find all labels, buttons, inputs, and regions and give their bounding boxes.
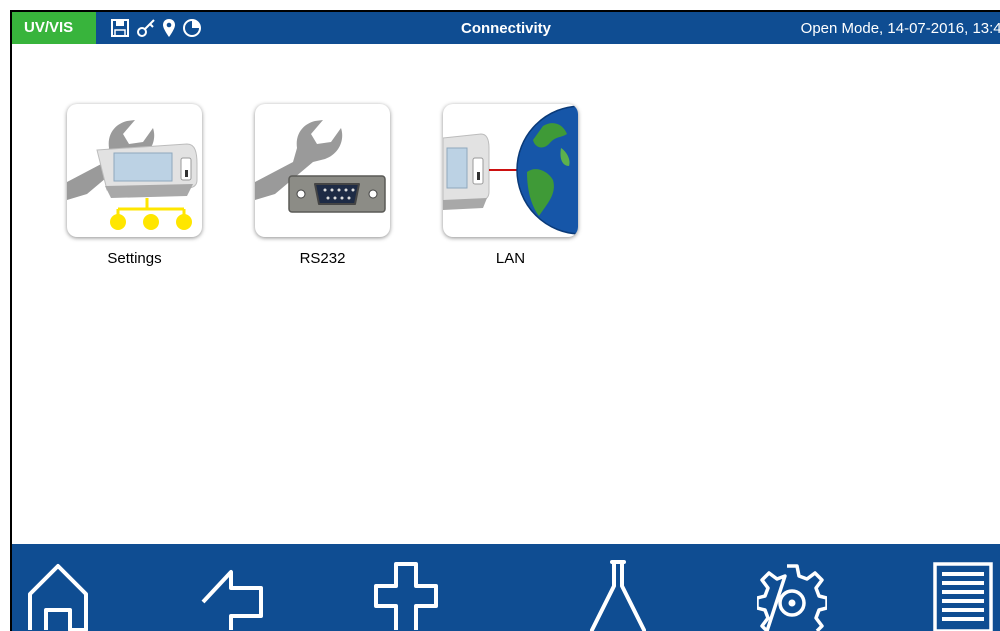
top-bar: UV/VIS II Connectivity Open Mode, 14-07-… bbox=[12, 12, 1000, 68]
connectivity-tiles: Settings RS232 LAN bbox=[67, 104, 631, 267]
wrench-serial-port-icon[interactable] bbox=[255, 104, 390, 237]
wrench-network-icon[interactable] bbox=[67, 104, 202, 237]
key-icon[interactable] bbox=[136, 18, 156, 38]
tile-rs232[interactable]: RS232 bbox=[255, 104, 390, 267]
bottom-nav-bar bbox=[12, 544, 1000, 631]
flask-icon bbox=[590, 560, 646, 631]
device-badge[interactable]: UV/VIS II bbox=[12, 12, 96, 68]
menu-list-icon bbox=[933, 562, 993, 631]
tile-label-settings: Settings bbox=[107, 250, 162, 267]
location-pin-icon[interactable] bbox=[162, 18, 176, 38]
device-globe-icon[interactable] bbox=[443, 104, 578, 237]
page-title: Connectivity bbox=[460, 19, 551, 37]
status-text: Open Mode, 14-07-2016, 13:49 bbox=[800, 19, 1000, 37]
app-window: UV/VIS II Connectivity Open Mode, 14-07-… bbox=[10, 10, 1000, 631]
tile-lan[interactable]: LAN bbox=[443, 104, 578, 267]
pie-timer-icon[interactable] bbox=[182, 18, 202, 38]
add-button[interactable] bbox=[372, 554, 442, 631]
back-arrow-icon bbox=[201, 570, 263, 630]
back-button[interactable] bbox=[197, 554, 267, 631]
plus-icon bbox=[374, 562, 438, 630]
home-button[interactable] bbox=[24, 554, 94, 631]
tile-settings[interactable]: Settings bbox=[67, 104, 202, 267]
tile-label-rs232: RS232 bbox=[299, 250, 346, 267]
save-icon[interactable] bbox=[110, 18, 130, 38]
tile-label-lan: LAN bbox=[495, 250, 526, 267]
measure-button[interactable] bbox=[584, 554, 654, 631]
status-icons bbox=[110, 18, 202, 38]
gear-icon bbox=[757, 564, 827, 631]
home-icon bbox=[28, 564, 88, 631]
menu-button[interactable] bbox=[930, 554, 1000, 631]
settings-button[interactable] bbox=[757, 554, 827, 631]
